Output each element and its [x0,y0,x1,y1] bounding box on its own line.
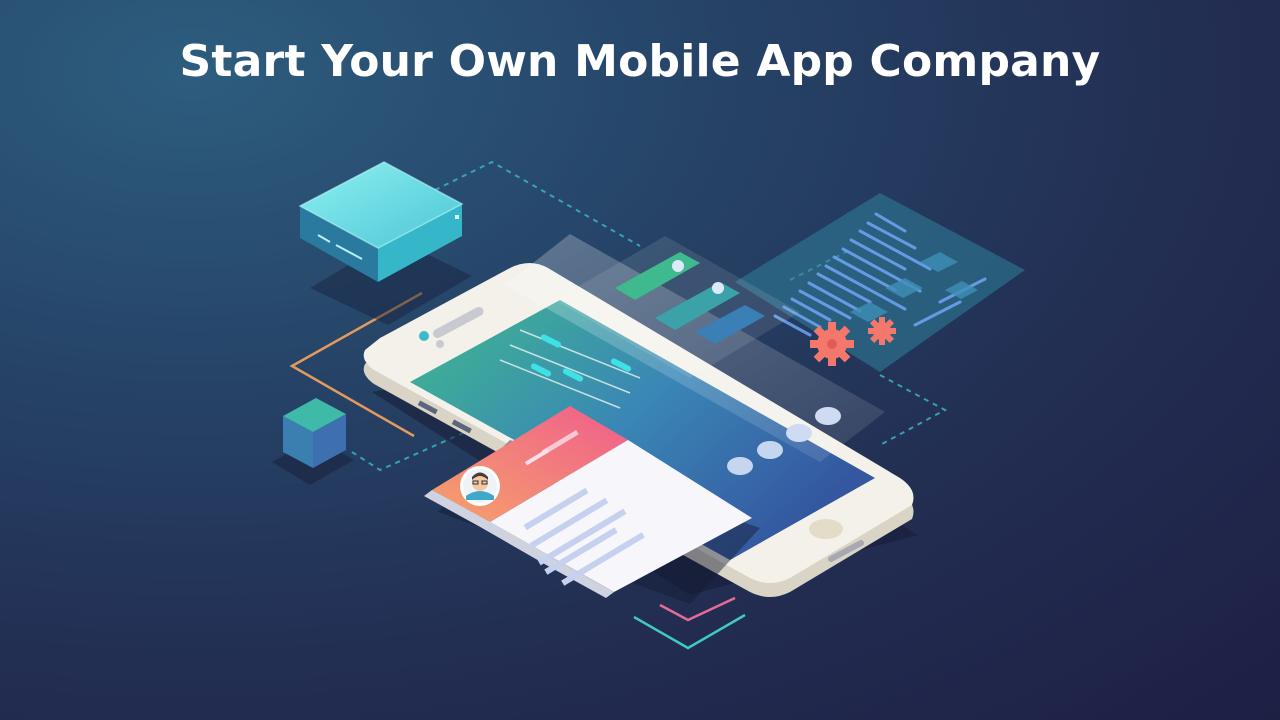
app-development-illustration [272,160,1025,650]
small-cube [272,398,354,485]
code-panel [735,193,1025,372]
avatar [460,466,500,506]
accent-lines [633,596,746,650]
server-box [298,161,472,325]
